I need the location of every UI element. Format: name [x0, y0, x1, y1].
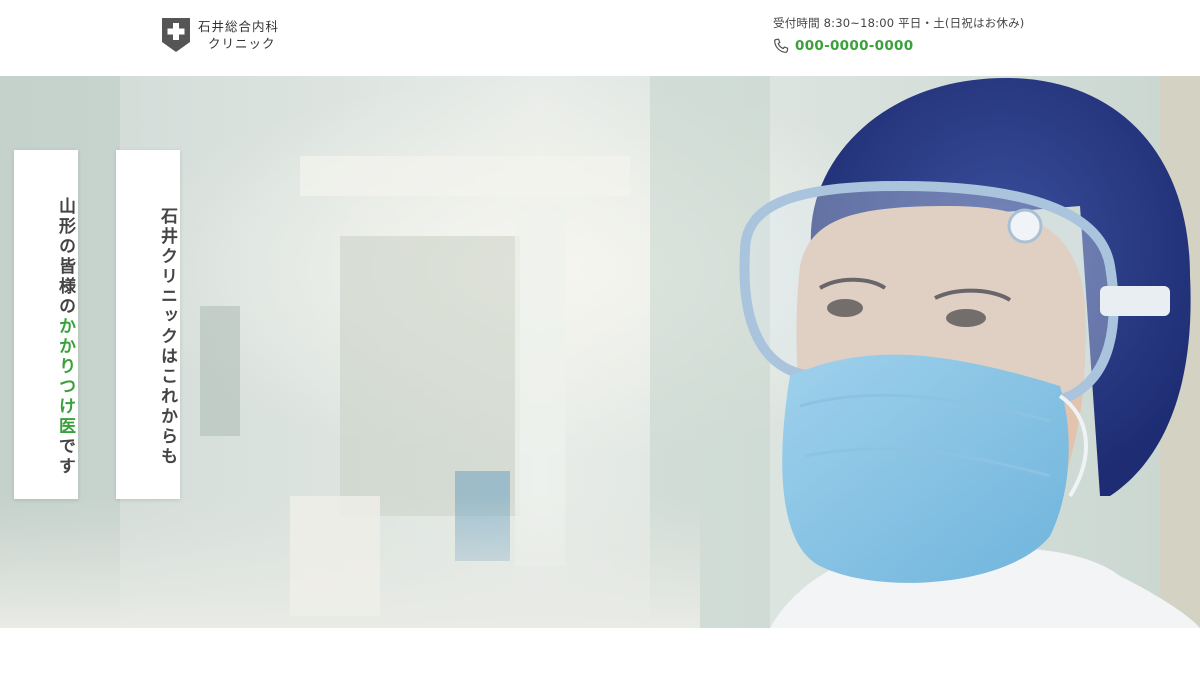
- content-area: [0, 628, 1200, 693]
- site-header: 石井総合内科 クリニック 受付時間 8:30~18:00 平日・土(日祝はお休み…: [0, 0, 1200, 76]
- tagline-left-part2: です: [55, 437, 75, 477]
- contact-info: 受付時間 8:30~18:00 平日・土(日祝はお休み) 000-0000-00…: [773, 15, 1024, 54]
- clinic-name-line2: クリニック: [208, 36, 276, 51]
- clinic-name: 石井総合内科 クリニック: [198, 18, 279, 52]
- reception-hours: 受付時間 8:30~18:00 平日・土(日祝はお休み): [773, 16, 1025, 30]
- phone-icon: [774, 38, 789, 53]
- clinic-name-line1: 石井総合内科: [198, 19, 280, 34]
- tagline-left-accent: かかりつけ医: [55, 317, 75, 437]
- tagline-box-right: 石井クリニックはこれからも: [116, 150, 180, 499]
- tagline-box-left: 山形の皆様の かかりつけ医 です: [14, 150, 78, 499]
- tagline-left: 山形の皆様の かかりつけ医 です: [14, 150, 78, 499]
- phone-number-link[interactable]: 000-0000-0000: [795, 38, 913, 54]
- tagline-right: 石井クリニックはこれからも: [157, 207, 177, 467]
- hero-banner: 石井クリニックはこれからも 山形の皆様の かかりつけ医 です: [0, 76, 1200, 628]
- phone-row: 000-0000-0000: [773, 38, 1024, 54]
- tagline-left-part1: 山形の皆様の: [55, 197, 75, 317]
- clinic-logo[interactable]: 石井総合内科 クリニック: [162, 18, 279, 52]
- medical-cross-shield-icon: [162, 18, 190, 52]
- hero-background-photo: [0, 76, 1200, 628]
